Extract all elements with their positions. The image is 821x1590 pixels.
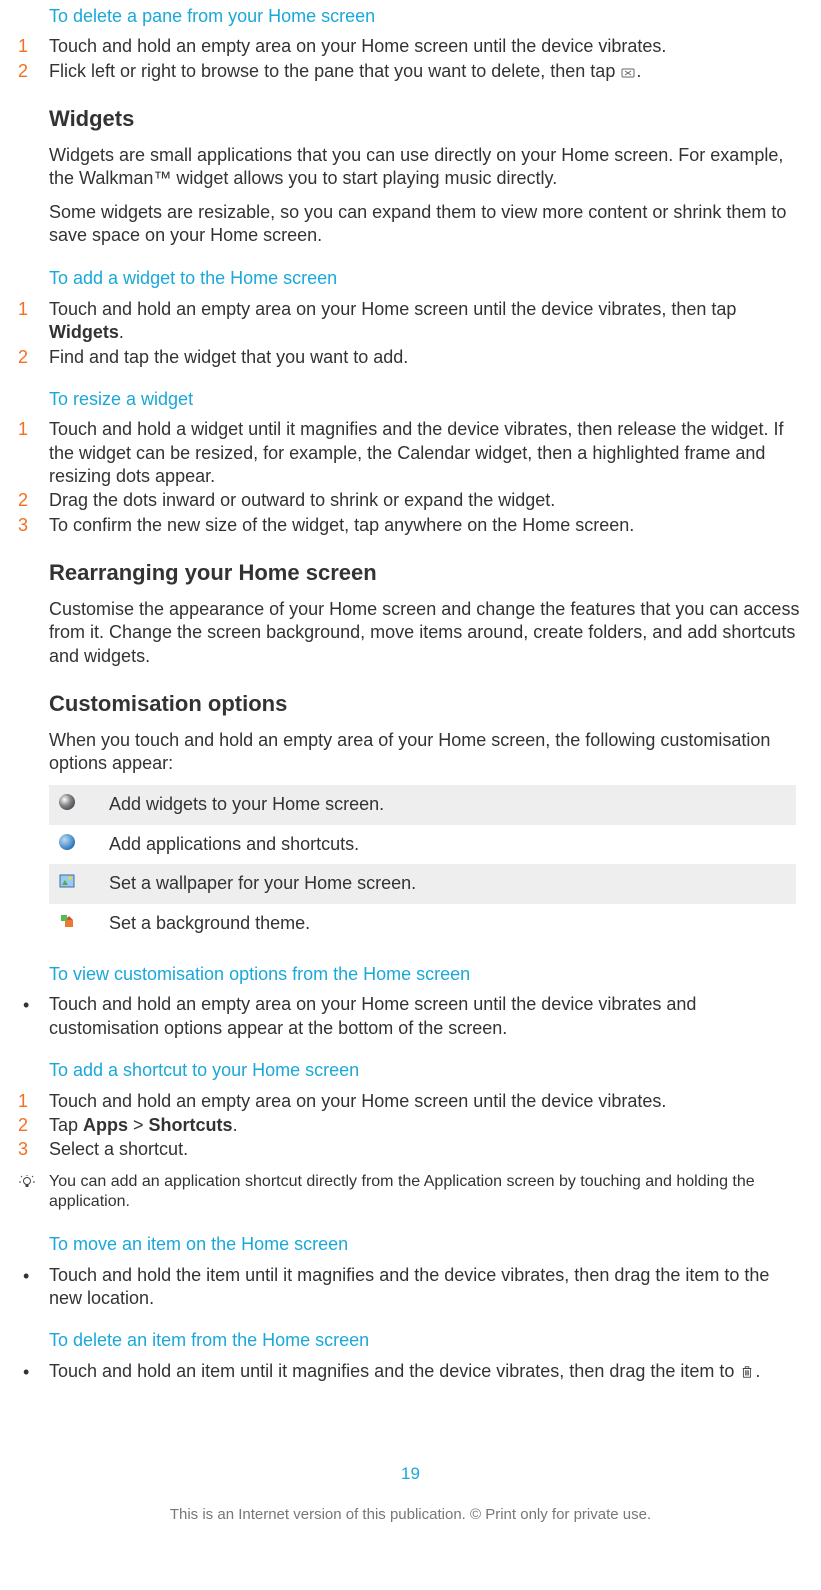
view-customisation-title: To view customisation options from the H… bbox=[49, 963, 806, 986]
step-number: 2 bbox=[15, 489, 49, 512]
option-wallpaper: Set a wallpaper for your Home screen. bbox=[49, 864, 796, 903]
option-theme: Set a background theme. bbox=[49, 904, 796, 943]
option-apps: Add applications and shortcuts. bbox=[49, 825, 796, 864]
step-text: Flick left or right to browse to the pan… bbox=[49, 60, 806, 83]
customisation-heading: Customisation options bbox=[49, 690, 806, 719]
step-number: 3 bbox=[15, 514, 49, 537]
add-widget-title: To add a widget to the Home screen bbox=[49, 267, 806, 290]
widgets-icon bbox=[59, 793, 109, 816]
bullet-marker: • bbox=[15, 993, 49, 1040]
rearranging-heading: Rearranging your Home screen bbox=[49, 559, 806, 588]
theme-icon bbox=[59, 912, 109, 935]
step-text: Find and tap the widget that you want to… bbox=[49, 346, 806, 369]
move-item-bullet: • Touch and hold the item until it magni… bbox=[15, 1264, 806, 1311]
bullet-marker: • bbox=[15, 1360, 49, 1383]
step-text: Touch and hold an empty area on your Hom… bbox=[49, 35, 806, 58]
step-text: Tap Apps > Shortcuts. bbox=[49, 1114, 806, 1137]
step-text: Drag the dots inward or outward to shrin… bbox=[49, 489, 806, 512]
resize-widget-title: To resize a widget bbox=[49, 388, 806, 411]
resize-widget-step-3: 3 To confirm the new size of the widget,… bbox=[15, 514, 806, 537]
step-text: Touch and hold a widget until it magnifi… bbox=[49, 418, 806, 488]
step-text: Select a shortcut. bbox=[49, 1138, 806, 1161]
delete-item-title: To delete an item from the Home screen bbox=[49, 1329, 806, 1352]
resize-widget-step-2: 2 Drag the dots inward or outward to shr… bbox=[15, 489, 806, 512]
view-customisation-bullet: • Touch and hold an empty area on your H… bbox=[15, 993, 806, 1040]
resize-widget-step-1: 1 Touch and hold a widget until it magni… bbox=[15, 418, 806, 488]
move-item-title: To move an item on the Home screen bbox=[49, 1233, 806, 1256]
bullet-text: Touch and hold the item until it magnifi… bbox=[49, 1264, 806, 1311]
bullet-text: Touch and hold an empty area on your Hom… bbox=[49, 993, 806, 1040]
step-text: To confirm the new size of the widget, t… bbox=[49, 514, 806, 537]
add-widget-step-1: 1 Touch and hold an empty area on your H… bbox=[15, 298, 806, 345]
bullet-marker: • bbox=[15, 1264, 49, 1311]
step-text: Touch and hold an empty area on your Hom… bbox=[49, 1090, 806, 1113]
step-number: 1 bbox=[15, 1090, 49, 1113]
delete-pane-step-2: 2 Flick left or right to browse to the p… bbox=[15, 60, 806, 83]
rearranging-p1: Customise the appearance of your Home sc… bbox=[49, 598, 801, 668]
widgets-p2: Some widgets are resizable, so you can e… bbox=[49, 201, 801, 248]
bullet-text: Touch and hold an item until it magnifie… bbox=[49, 1360, 806, 1383]
step-number: 1 bbox=[15, 418, 49, 488]
delete-pane-title: To delete a pane from your Home screen bbox=[49, 5, 806, 28]
add-shortcut-tip: You can add an application shortcut dire… bbox=[15, 1172, 806, 1214]
add-shortcut-title: To add a shortcut to your Home screen bbox=[49, 1059, 806, 1082]
step-number: 2 bbox=[15, 1114, 49, 1137]
add-shortcut-step-1: 1 Touch and hold an empty area on your H… bbox=[15, 1090, 806, 1113]
wallpaper-icon bbox=[59, 872, 109, 895]
trash-icon bbox=[739, 1365, 755, 1379]
customisation-options-table: Add widgets to your Home screen. Add app… bbox=[49, 785, 796, 943]
customisation-p1: When you touch and hold an empty area of… bbox=[49, 729, 801, 776]
footer-text: This is an Internet version of this publ… bbox=[15, 1505, 806, 1540]
delete-item-bullet: • Touch and hold an item until it magnif… bbox=[15, 1360, 806, 1383]
step-number: 1 bbox=[15, 298, 49, 345]
widgets-p1: Widgets are small applications that you … bbox=[49, 144, 801, 191]
option-widgets: Add widgets to your Home screen. bbox=[49, 785, 796, 824]
delete-pane-step-1: 1 Touch and hold an empty area on your H… bbox=[15, 35, 806, 58]
widgets-heading: Widgets bbox=[49, 105, 806, 134]
tip-text: You can add an application shortcut dire… bbox=[49, 1172, 806, 1214]
step-number: 3 bbox=[15, 1138, 49, 1161]
add-shortcut-step-2: 2 Tap Apps > Shortcuts. bbox=[15, 1114, 806, 1137]
page-content: To delete a pane from your Home screen 1… bbox=[0, 5, 821, 1540]
page-number: 19 bbox=[15, 1463, 806, 1485]
delete-pane-icon bbox=[620, 65, 636, 79]
apps-icon bbox=[59, 833, 109, 856]
add-shortcut-step-3: 3 Select a shortcut. bbox=[15, 1138, 806, 1161]
step-number: 1 bbox=[15, 35, 49, 58]
add-widget-step-2: 2 Find and tap the widget that you want … bbox=[15, 346, 806, 369]
step-number: 2 bbox=[15, 346, 49, 369]
step-text: Touch and hold an empty area on your Hom… bbox=[49, 298, 806, 345]
step-number: 2 bbox=[15, 60, 49, 83]
tip-lightbulb-icon bbox=[15, 1172, 49, 1214]
